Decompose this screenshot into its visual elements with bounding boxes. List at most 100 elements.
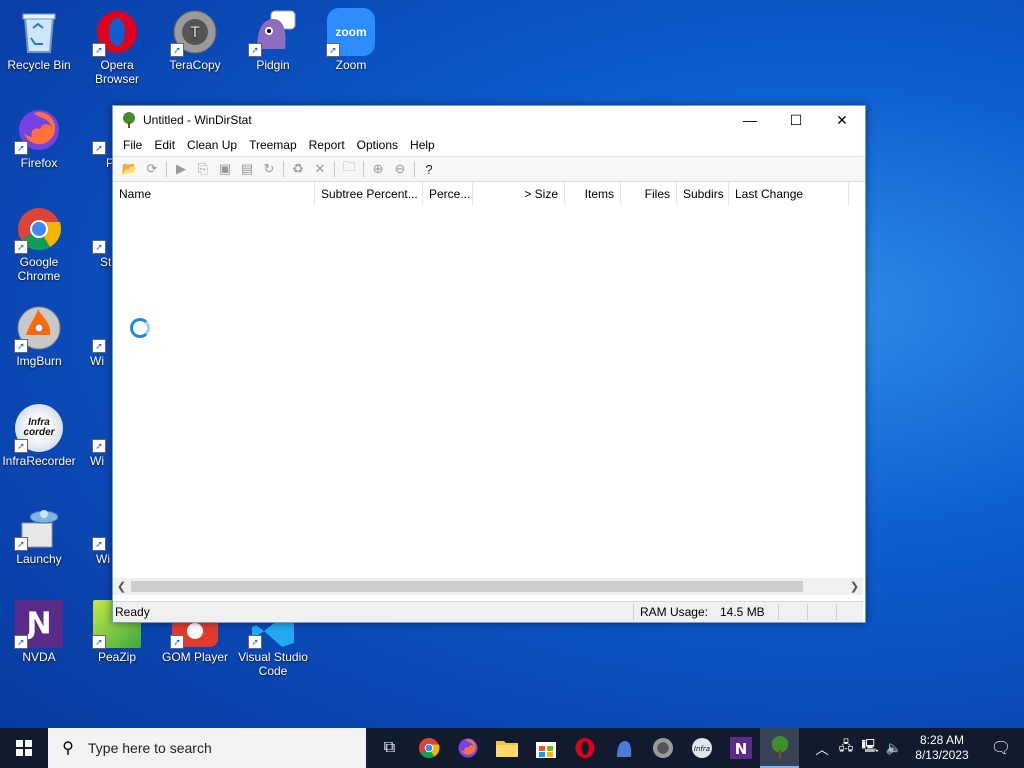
explorer-here-icon[interactable]: ▣ — [214, 159, 236, 179]
open-folder-icon[interactable]: 📂 — [119, 159, 141, 179]
menu-clean-up[interactable]: Clean Up — [181, 138, 243, 152]
toolbar-separator — [166, 161, 167, 177]
help-icon[interactable]: ? — [418, 159, 440, 179]
taskbar-opera-icon[interactable] — [565, 728, 604, 768]
status-text: Ready — [115, 605, 150, 619]
desktop-icon-google-chrome[interactable]: ➚ Google Chrome — [0, 205, 78, 283]
firefox-icon: ➚ — [14, 106, 63, 155]
nvda-logo-glyph: Ɲ — [26, 606, 52, 641]
desktop-icon-launchy[interactable]: ➚ Launchy — [0, 502, 78, 566]
task-view-icon[interactable]: ⧉ — [370, 728, 409, 768]
taskbar: ⚲ Type here to search ⧉ Infra N ︿ 🖧 🖳 🔈 … — [0, 728, 1024, 768]
clock[interactable]: 8:28 AM 8/13/2023 — [906, 733, 978, 763]
desktop-icon-label: InfraRecorder — [2, 454, 76, 468]
horizontal-scrollbar[interactable]: ❮ ❯ — [113, 578, 863, 595]
shortcut-arrow-icon: ➚ — [92, 537, 106, 551]
taskbar-infrarecorder-icon[interactable]: Infra — [682, 728, 721, 768]
refresh-selected-icon[interactable]: ⟳ — [141, 159, 163, 179]
column-items[interactable]: Items — [565, 182, 621, 206]
menu-edit[interactable]: Edit — [148, 138, 181, 152]
directory-list[interactable] — [113, 206, 863, 578]
delete-icon[interactable]: ✕ — [309, 159, 331, 179]
minimize-button[interactable]: — — [727, 106, 773, 134]
scrollbar-thumb[interactable] — [131, 581, 803, 592]
scroll-left-icon[interactable]: ❮ — [113, 580, 130, 593]
tray-app-icon[interactable]: 🖧 — [834, 737, 858, 759]
menu-report[interactable]: Report — [303, 138, 351, 152]
shortcut-arrow-icon: ➚ — [14, 240, 28, 254]
column-size[interactable]: > Size — [473, 182, 565, 206]
command-prompt-icon[interactable]: ▤ — [236, 159, 258, 179]
shortcut-arrow-icon: ➚ — [14, 537, 28, 551]
desktop-icon-pidgin[interactable]: ➚ Pidgin — [234, 8, 312, 72]
column-percent[interactable]: Perce... — [423, 182, 473, 206]
windirstat-window[interactable]: Untitled - WinDirStat — ☐ ✕ File Edit Cl… — [112, 105, 866, 623]
shortcut-arrow-icon: ➚ — [248, 43, 262, 57]
desktop-icon-firefox[interactable]: ➚ Firefox — [0, 106, 78, 170]
menu-treemap[interactable]: Treemap — [243, 138, 303, 152]
taskbar-firefox-icon[interactable] — [448, 728, 487, 768]
column-subdirs[interactable]: Subdirs — [677, 182, 729, 206]
taskbar-file-explorer-icon[interactable] — [487, 728, 526, 768]
maximize-button[interactable]: ☐ — [773, 106, 819, 134]
desktop-icon-nvda[interactable]: Ɲ ➚ NVDA — [0, 600, 78, 664]
menu-help[interactable]: Help — [404, 138, 441, 152]
status-segment — [807, 604, 836, 620]
refresh-all-icon[interactable]: ↻ — [258, 159, 280, 179]
zoom-in-icon[interactable]: ⊕ — [367, 159, 389, 179]
zoom-out-icon[interactable]: ⊖ — [389, 159, 411, 179]
start-button[interactable] — [0, 728, 48, 768]
desktop-icon-zoom[interactable]: zoom ➚ Zoom — [312, 8, 390, 72]
close-button[interactable]: ✕ — [819, 106, 865, 134]
column-last-change[interactable]: Last Change — [729, 182, 849, 206]
notification-center-icon[interactable]: 🗨 — [978, 728, 1024, 768]
taskbar-windirstat-icon[interactable] — [760, 728, 799, 768]
zoom-icon: zoom ➚ — [326, 8, 375, 57]
taskbar-pidgin-icon[interactable] — [604, 728, 643, 768]
desktop-icon-label: Visual Studio Code — [238, 650, 308, 678]
desktop-icon-label: ImgBurn — [16, 354, 62, 368]
desktop-icon-label: NVDA — [22, 650, 56, 664]
menu-options[interactable]: Options — [351, 138, 404, 152]
copy-path-icon[interactable]: ⎘ — [192, 159, 214, 179]
menu-file[interactable]: File — [117, 138, 148, 152]
recycle-bin-icon — [15, 8, 63, 56]
pidgin-icon: ➚ — [248, 8, 297, 57]
zoom-icon-text: zoom — [335, 25, 367, 39]
volume-icon[interactable]: 🔈 — [882, 740, 906, 756]
search-box[interactable]: ⚲ Type here to search — [48, 728, 366, 768]
chrome-icon: ➚ — [14, 205, 63, 254]
shortcut-arrow-icon: ➚ — [92, 141, 106, 155]
column-name[interactable]: Name — [113, 182, 315, 206]
desktop-icon-infrarecorder[interactable]: Infra corder ➚ InfraRecorder — [0, 404, 78, 468]
shortcut-arrow-icon: ➚ — [14, 439, 28, 453]
taskbar-chrome-icon[interactable] — [409, 728, 448, 768]
shortcut-arrow-icon: ➚ — [170, 43, 184, 57]
menu-bar: File Edit Clean Up Treemap Report Option… — [113, 134, 865, 156]
properties-icon[interactable]: 🗀 — [338, 159, 360, 179]
recycle-icon[interactable]: ♻ — [287, 159, 309, 179]
taskbar-teracopy-icon[interactable] — [643, 728, 682, 768]
desktop-icon-imgburn[interactable]: ➚ ImgBurn — [0, 304, 78, 368]
desktop-icon-label: Launchy — [16, 552, 62, 566]
column-subtree-percent[interactable]: Subtree Percent... — [315, 182, 423, 206]
infra-icon-text: Infra corder — [23, 417, 55, 438]
desktop-icon-teracopy[interactable]: T ➚ TeraCopy — [156, 8, 234, 72]
desktop-icon-label: Zoom — [335, 58, 367, 72]
column-files[interactable]: Files — [621, 182, 677, 206]
status-bar: Ready RAM Usage: 14.5 MB — [113, 601, 863, 622]
show-hidden-icons-chevron-icon[interactable]: ︿ — [810, 739, 834, 758]
scroll-right-icon[interactable]: ❯ — [846, 580, 863, 593]
title-bar[interactable]: Untitled - WinDirStat — ☐ ✕ — [113, 106, 865, 134]
ram-usage-label: RAM Usage: — [632, 604, 714, 620]
taskbar-store-icon[interactable] — [526, 728, 565, 768]
play-icon[interactable]: ▶ — [170, 159, 192, 179]
desktop-icon-opera[interactable]: ➚ Opera Browser — [78, 8, 156, 86]
taskbar-nvda-icon[interactable]: N — [721, 728, 760, 768]
network-icon[interactable]: 🖳 — [858, 737, 882, 759]
toolbar-separator — [414, 161, 415, 177]
desktop-icon-recycle-bin[interactable]: Recycle Bin — [0, 8, 78, 72]
clock-date: 8/13/2023 — [915, 748, 969, 762]
desktop-icon-label: PeaZip — [97, 650, 137, 664]
shortcut-arrow-icon: ➚ — [248, 635, 262, 649]
